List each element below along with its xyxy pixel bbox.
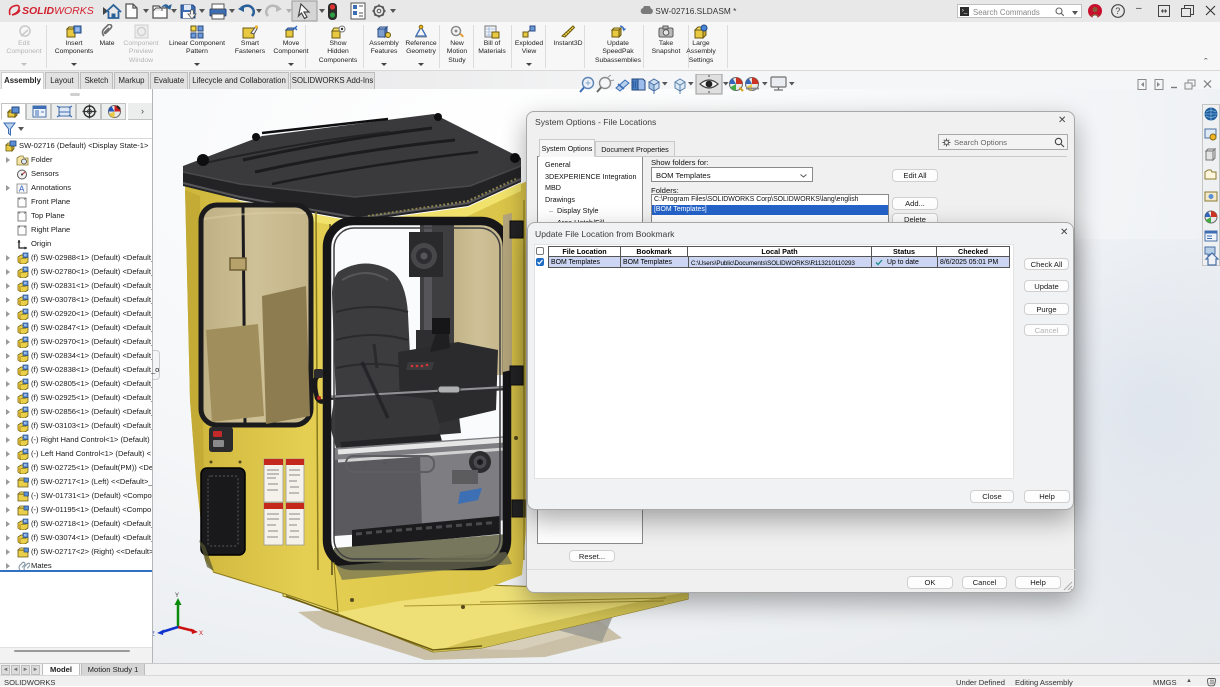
svg-text:Y: Y — [175, 593, 179, 599]
svg-text:SOLIDWORKS: SOLIDWORKS — [22, 5, 94, 17]
svg-text:?: ? — [1115, 6, 1120, 16]
svg-text:X: X — [199, 631, 203, 637]
svg-text:A: A — [19, 185, 25, 194]
